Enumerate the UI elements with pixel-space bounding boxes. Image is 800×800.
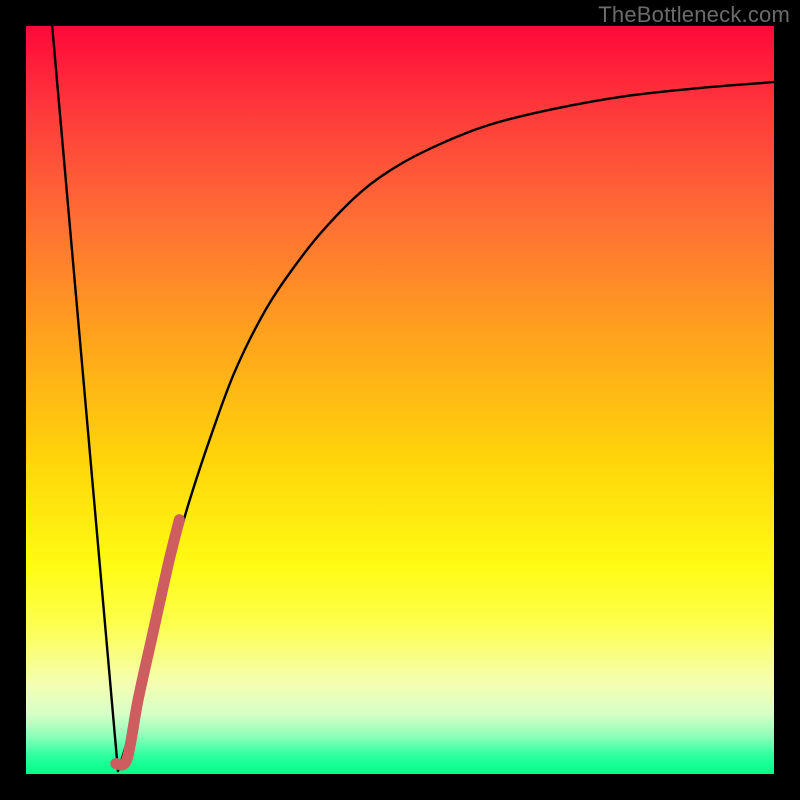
- curve-highlight-segment: [116, 520, 180, 765]
- curve-right: [118, 82, 774, 771]
- chart-svg: [26, 26, 774, 774]
- curve-left-descent: [52, 26, 118, 771]
- watermark-text: TheBottleneck.com: [598, 2, 790, 28]
- chart-plot-area: [26, 26, 774, 774]
